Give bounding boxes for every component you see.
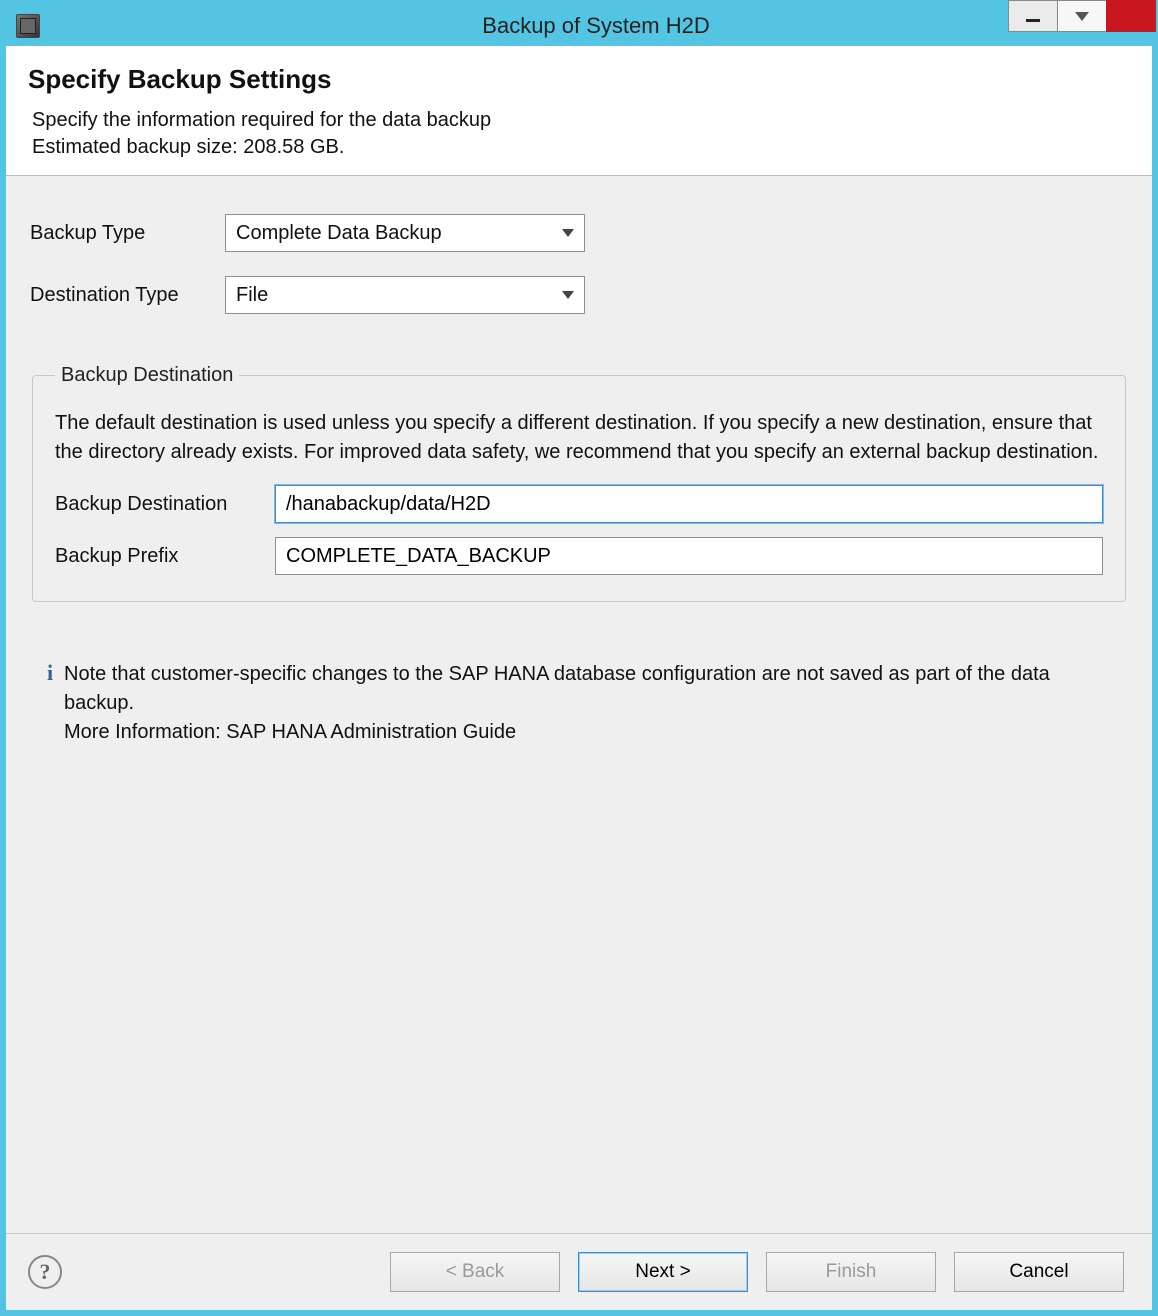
backup-type-row: Backup Type Complete Data Backup [30,214,1128,252]
dialog-window: Backup of System H2D Specify Backup Sett… [0,0,1158,1316]
backup-prefix-input[interactable] [275,537,1103,575]
page-subtitle-2: Estimated backup size: 208.58 GB. [32,134,1130,161]
backup-destination-description: The default destination is used unless y… [55,409,1103,467]
info-text: Note that customer-specific changes to t… [64,660,1122,747]
next-button[interactable]: Next > [578,1252,748,1292]
backup-destination-row: Backup Destination [55,485,1103,523]
caption-buttons [1009,0,1156,32]
backup-type-select[interactable]: Complete Data Backup [225,214,585,252]
help-icon: ? [40,1259,51,1285]
backup-destination-group: Backup Destination The default destinati… [32,364,1126,602]
back-button[interactable]: < Back [390,1252,560,1292]
help-button[interactable]: ? [28,1255,62,1289]
backup-destination-input[interactable] [275,485,1103,523]
wizard-footer: ? < Back Next > Finish Cancel [6,1233,1152,1310]
page-subtitle-1: Specify the information required for the… [32,107,1130,134]
wizard-header: Specify Backup Settings Specify the info… [6,46,1152,176]
backup-type-value: Complete Data Backup [236,222,442,245]
chevron-down-icon[interactable] [562,291,574,299]
backup-destination-label: Backup Destination [55,493,275,516]
chevron-down-icon [1075,12,1089,21]
chevron-down-icon[interactable] [562,229,574,237]
app-icon [16,14,40,38]
window-menu-button[interactable] [1057,0,1107,32]
backup-prefix-label: Backup Prefix [55,545,275,568]
page-title: Specify Backup Settings [28,64,1130,95]
info-line-1: Note that customer-specific changes to t… [64,660,1122,718]
info-note: i Note that customer-specific changes to… [30,660,1128,747]
wizard-body: Backup Type Complete Data Backup Destina… [6,176,1152,1233]
cancel-button[interactable]: Cancel [954,1252,1124,1292]
finish-button[interactable]: Finish [766,1252,936,1292]
destination-type-select[interactable]: File [225,276,585,314]
backup-type-label: Backup Type [30,222,225,245]
backup-destination-legend: Backup Destination [55,364,239,387]
close-button[interactable] [1106,0,1156,32]
info-icon: i [36,660,64,686]
titlebar[interactable]: Backup of System H2D [6,6,1152,46]
backup-prefix-row: Backup Prefix [55,537,1103,575]
destination-type-label: Destination Type [30,284,225,307]
minimize-icon [1026,19,1040,22]
window-title: Backup of System H2D [40,13,1152,39]
info-line-2: More Information: SAP HANA Administratio… [64,718,1122,747]
minimize-button[interactable] [1008,0,1058,32]
client-area: Specify Backup Settings Specify the info… [6,46,1152,1310]
destination-type-value: File [236,284,268,307]
destination-type-row: Destination Type File [30,276,1128,314]
